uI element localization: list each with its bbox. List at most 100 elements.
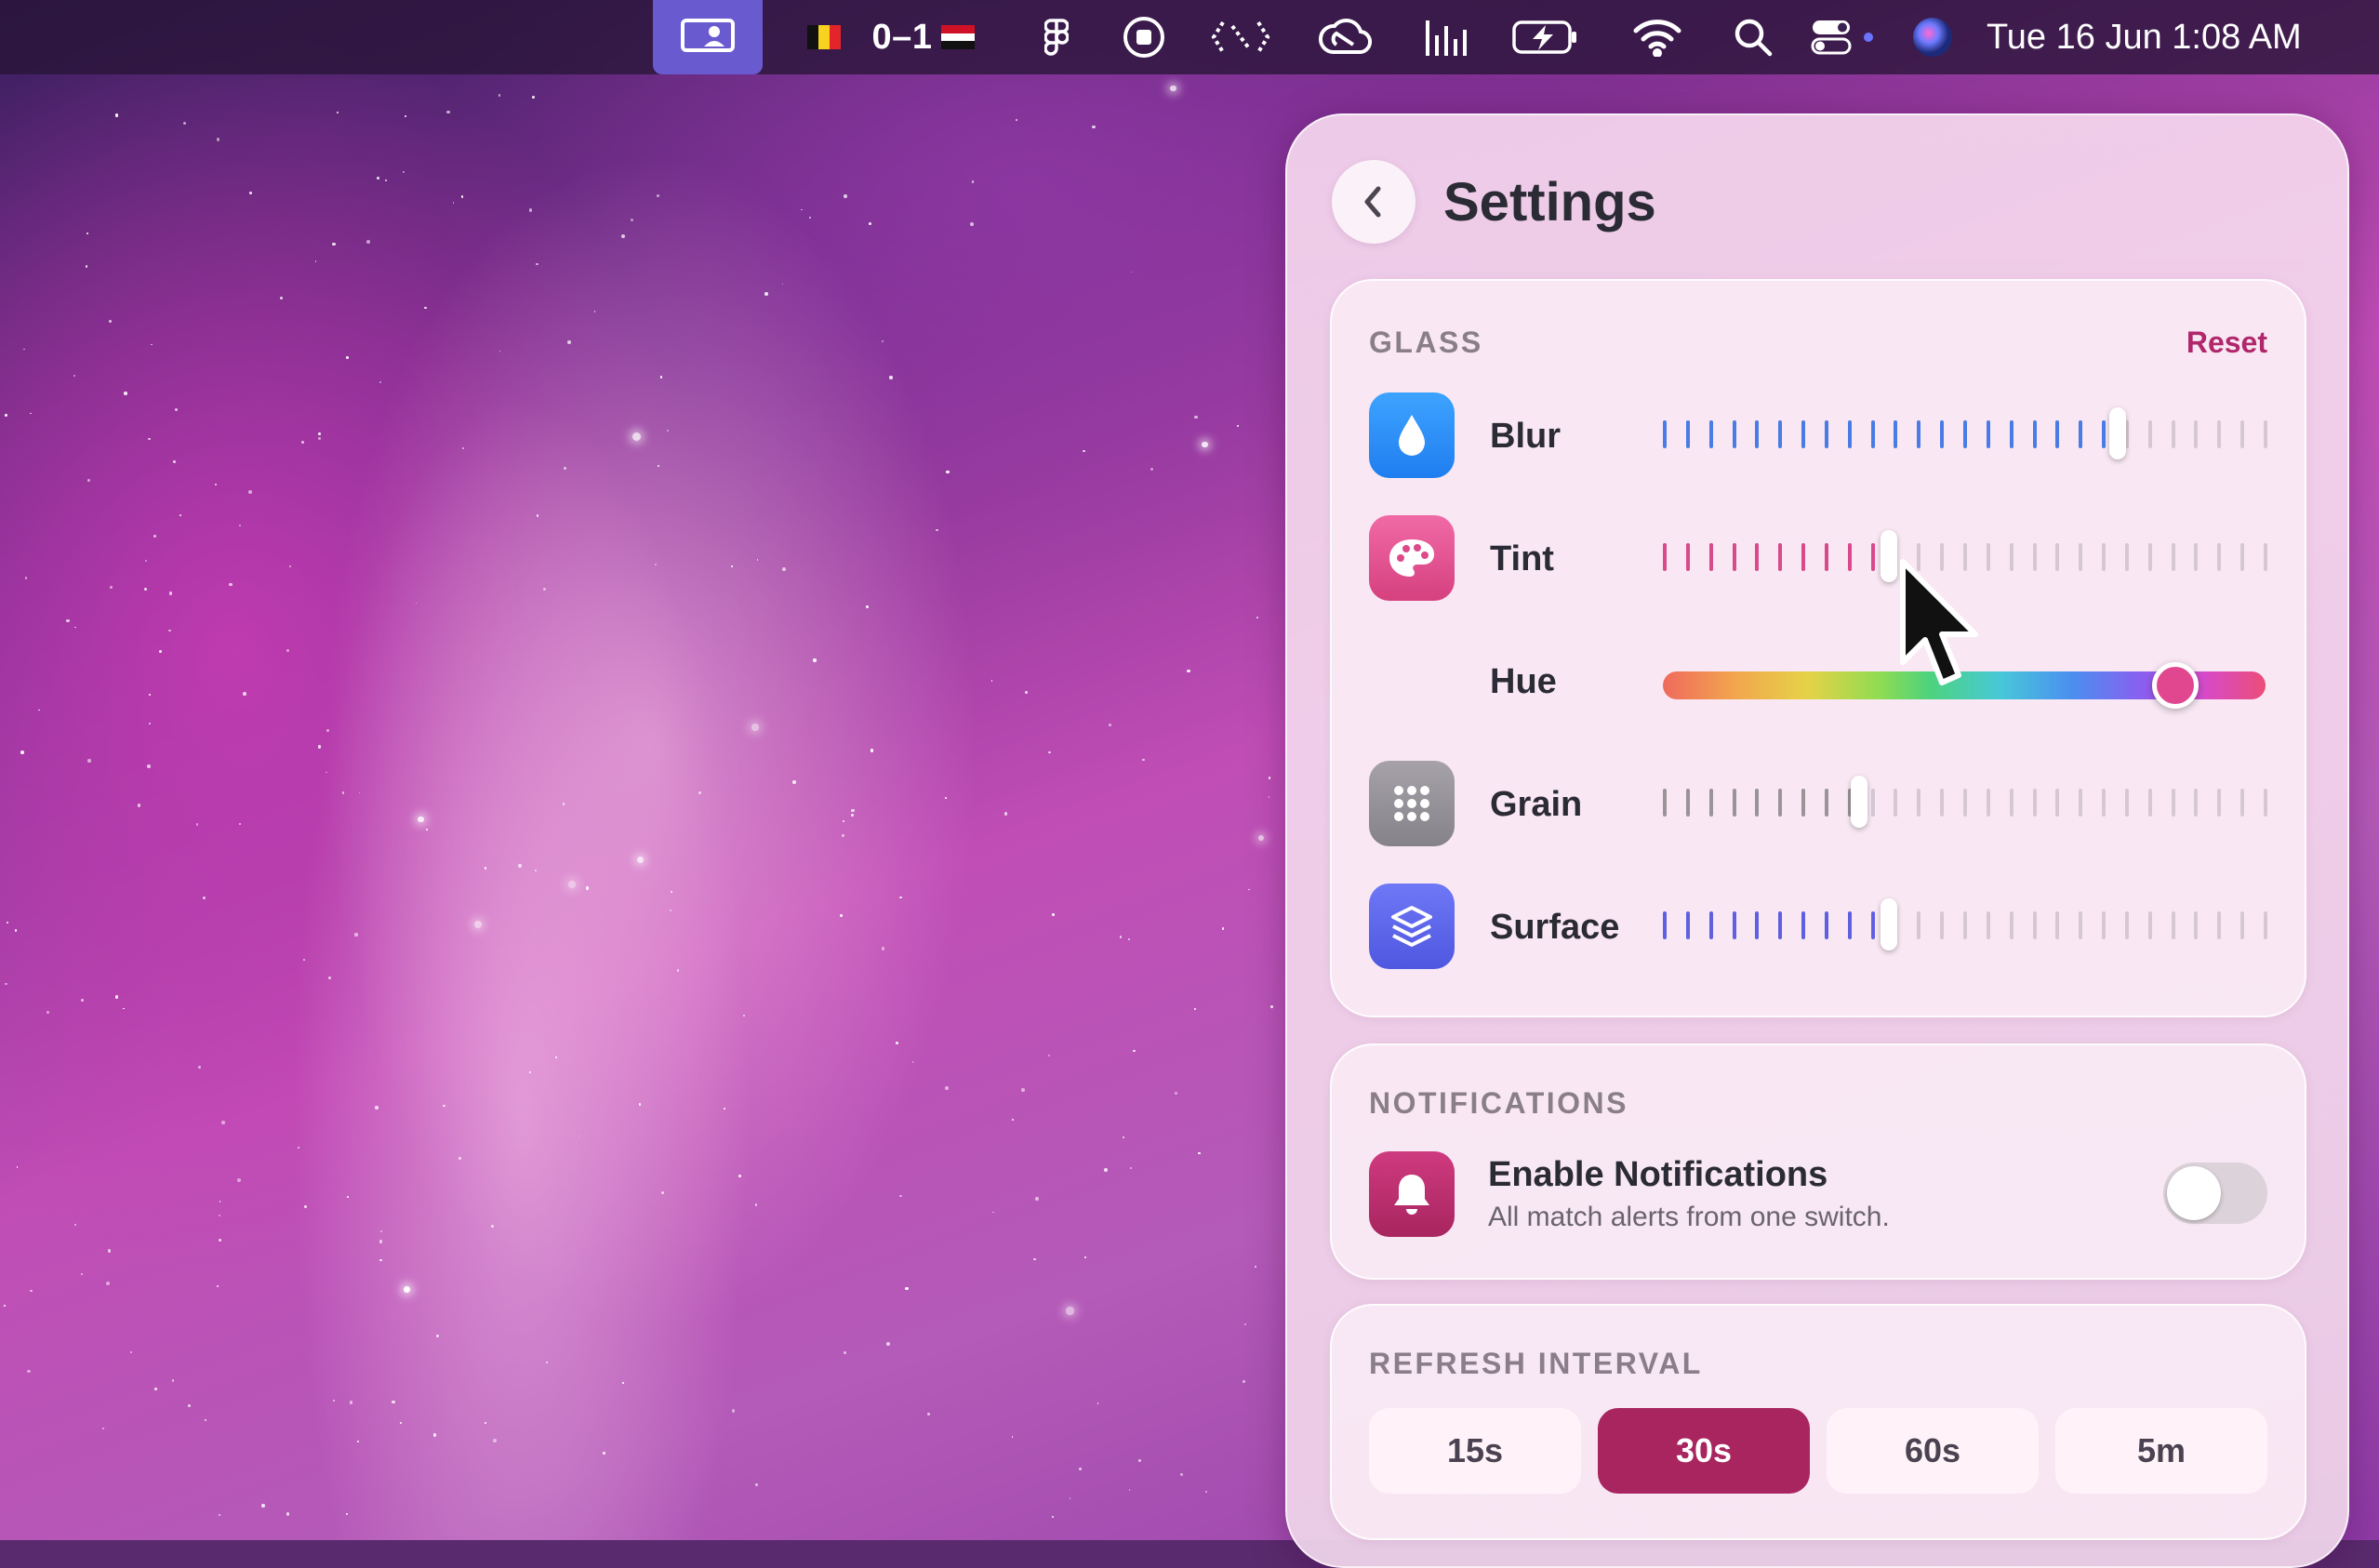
- star: [399, 1422, 403, 1425]
- star: [926, 1412, 931, 1416]
- screen-share-icon[interactable]: [653, 0, 763, 74]
- slider-thumb[interactable]: [2109, 407, 2127, 459]
- star: [106, 1282, 111, 1286]
- star: [137, 804, 141, 808]
- star: [425, 828, 428, 831]
- slider-tick: [2147, 789, 2152, 817]
- star: [236, 1178, 241, 1182]
- star: [356, 1441, 359, 1443]
- interval-option-15s[interactable]: 15s: [1369, 1408, 1581, 1494]
- blur-slider[interactable]: [1663, 407, 2267, 459]
- slider-thumb[interactable]: [1851, 776, 1868, 828]
- record-stop-icon[interactable]: [1116, 0, 1172, 74]
- star: [1193, 1008, 1196, 1011]
- star: [86, 232, 89, 235]
- star: [670, 891, 673, 894]
- star: [738, 1174, 742, 1177]
- star: [1033, 1258, 1036, 1261]
- star: [114, 995, 119, 1000]
- star: [300, 441, 304, 445]
- star: [1129, 1166, 1133, 1170]
- reset-button[interactable]: Reset: [2186, 326, 2267, 360]
- interval-option-5m[interactable]: 5m: [2055, 1408, 2267, 1494]
- slider-thumb[interactable]: [1880, 898, 1897, 950]
- star: [196, 823, 199, 826]
- star: [562, 803, 565, 805]
- star: [229, 582, 233, 587]
- dotted-brackets-icon[interactable]: [1207, 0, 1274, 74]
- slider-tick: [2032, 420, 2037, 448]
- star: [546, 1362, 549, 1364]
- star: [946, 471, 950, 474]
- surface-slider[interactable]: [1663, 898, 2267, 950]
- slider-tick: [1847, 543, 1852, 571]
- palette-icon: [1369, 515, 1455, 601]
- slider-tick: [2124, 789, 2129, 817]
- audio-levels-icon[interactable]: [1421, 0, 1471, 74]
- notifications-subtitle: All match alerts from one switch.: [1488, 1202, 1890, 1232]
- star: [81, 1273, 84, 1276]
- star: [1221, 927, 1225, 930]
- back-button[interactable]: [1332, 160, 1415, 244]
- slider-tick: [1778, 543, 1783, 571]
- star: [632, 432, 642, 442]
- slider-thumb[interactable]: [1880, 530, 1897, 582]
- star: [87, 479, 91, 483]
- interval-option-60s[interactable]: 60s: [1827, 1408, 2039, 1494]
- siri-icon[interactable]: [1907, 0, 1959, 74]
- star: [302, 958, 306, 962]
- search-icon[interactable]: [1728, 0, 1778, 74]
- slider-tick: [2147, 911, 2152, 939]
- star: [318, 437, 321, 440]
- star: [392, 1400, 395, 1404]
- slider-tick: [1940, 911, 1945, 939]
- star: [1119, 936, 1123, 939]
- star: [171, 1379, 175, 1383]
- star: [443, 1104, 445, 1107]
- wifi-icon[interactable]: [1629, 0, 1685, 74]
- star: [851, 813, 854, 817]
- star: [1133, 1049, 1136, 1052]
- slider-tick: [2217, 911, 2222, 939]
- slider-tick: [2055, 789, 2060, 817]
- water-drop-icon: [1369, 392, 1455, 478]
- star: [809, 216, 812, 219]
- slider-tick: [1894, 789, 1898, 817]
- star: [151, 343, 153, 346]
- notifications-toggle[interactable]: [2163, 1163, 2267, 1224]
- star: [341, 791, 345, 794]
- star: [197, 1065, 201, 1070]
- star: [336, 111, 339, 114]
- slider-tick: [1824, 420, 1828, 448]
- slider-tick: [2009, 420, 2014, 448]
- slider-tick: [2240, 543, 2245, 571]
- star: [153, 534, 157, 538]
- menu-clock[interactable]: Tue 16 Jun 1:08 AM: [1987, 0, 2359, 74]
- creative-cloud-icon[interactable]: [1315, 0, 1375, 74]
- slider-tick: [2009, 911, 2014, 939]
- figma-icon[interactable]: [1038, 0, 1075, 74]
- star: [1269, 777, 1271, 779]
- grain-slider[interactable]: [1663, 776, 2267, 828]
- star: [66, 618, 70, 622]
- slider-tick: [2264, 420, 2267, 448]
- hue-slider-knob[interactable]: [2152, 662, 2200, 709]
- control-center-icon[interactable]: [1808, 0, 1879, 74]
- battery-charging-icon[interactable]: [1510, 0, 1581, 74]
- star: [1109, 724, 1111, 726]
- slider-tick: [2032, 543, 2037, 571]
- slider-tick: [1663, 911, 1667, 939]
- slider-tick: [2240, 420, 2245, 448]
- star: [911, 1061, 914, 1064]
- star: [14, 928, 18, 932]
- star: [657, 193, 659, 197]
- star: [460, 195, 464, 198]
- match-score[interactable]: 0–1: [856, 0, 949, 74]
- star: [498, 350, 501, 352]
- star: [20, 751, 24, 755]
- interval-option-30s[interactable]: 30s: [1598, 1408, 1810, 1494]
- star: [567, 339, 572, 344]
- star: [528, 1071, 531, 1073]
- slider-tick: [2194, 420, 2199, 448]
- slider-tick: [2171, 789, 2175, 817]
